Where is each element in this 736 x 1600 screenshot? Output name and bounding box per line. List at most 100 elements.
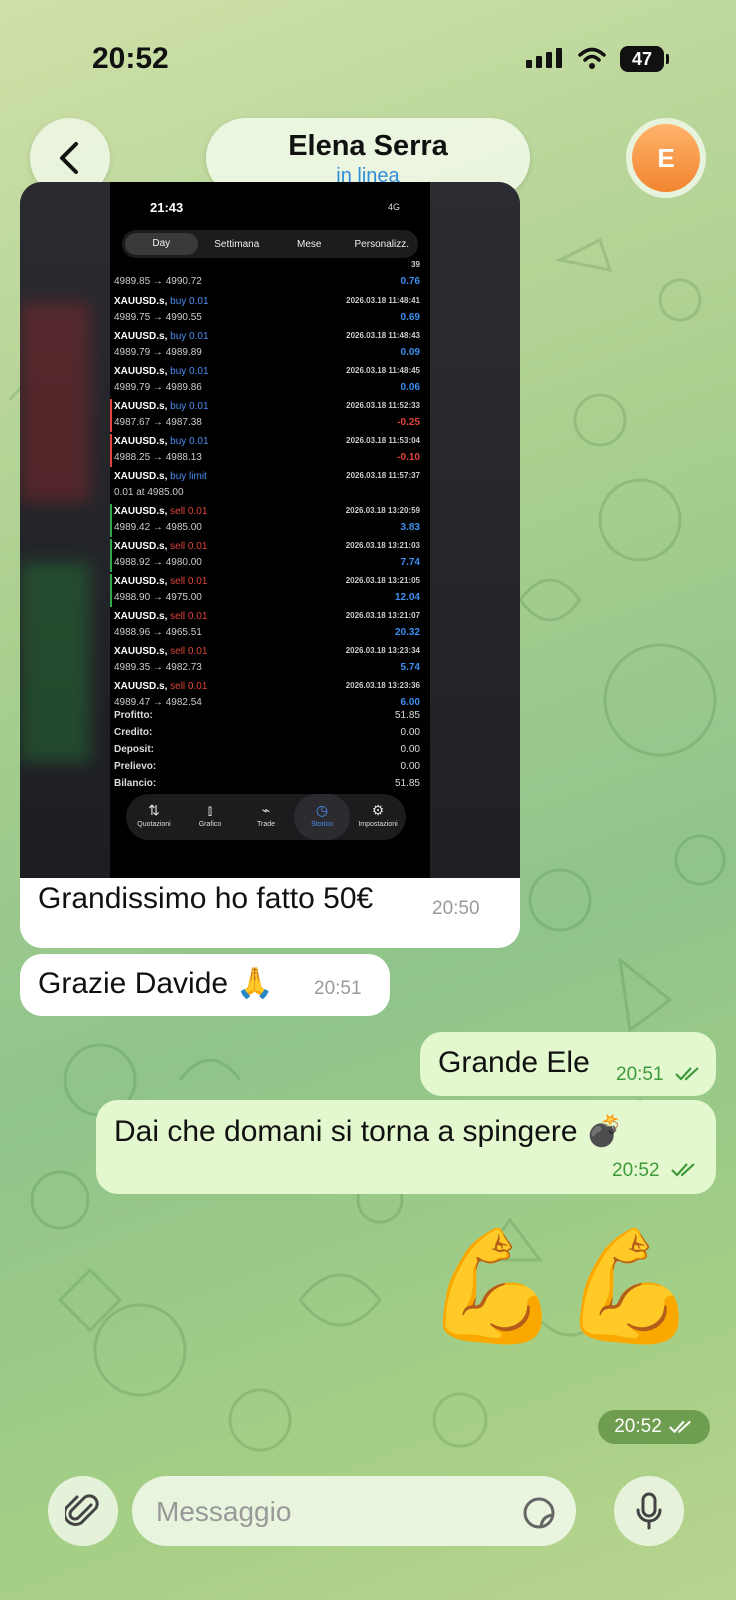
trade-profit: 3.83 — [400, 522, 420, 533]
trade-marker — [110, 574, 112, 607]
summary-row: Profitto: 51.85 — [114, 710, 420, 721]
trade-side: buy 0.01 — [170, 296, 209, 307]
trade-datetime: 2026.03.18 13:21:05 — [345, 576, 420, 585]
trade-prices: 4989.47 → 4982.54 — [114, 697, 202, 708]
summary-row: Bilancio: 51.85 — [114, 778, 420, 789]
app-bottom-tabs: ⇅ Quotazioni ⫾ Grafico ⌁ Trade ◷ Storico ⚙ Im… — [126, 794, 406, 840]
trade-symbol: XAUUSD.s, — [114, 296, 168, 307]
trade-title: XAUUSD.s, buy 0.01 — [114, 331, 209, 342]
tab-custom: Personalizz. — [354, 238, 409, 250]
app-network: 4G — [387, 202, 400, 212]
trade-title: XAUUSD.s, buy 0.01 — [114, 296, 209, 307]
summary-label: Bilancio: — [114, 778, 157, 789]
summary-label: Deposit: — [114, 744, 154, 755]
trade-symbol: XAUUSD.s, — [114, 541, 168, 552]
trade-profit: 6.00 — [400, 697, 420, 708]
incoming-message[interactable]: Grazie Davide 🙏 20:51 — [20, 954, 390, 1016]
blurred-background — [430, 182, 520, 878]
trade-datetime: 2026.03.18 13:23:36 — [345, 681, 420, 690]
double-check-icon — [671, 1163, 695, 1177]
attach-button[interactable] — [48, 1476, 118, 1546]
trade-side: buy 0.01 — [170, 401, 209, 412]
wifi-icon — [578, 47, 606, 69]
message-text: Grazie Davide 🙏 — [38, 967, 274, 1000]
trade-symbol: XAUUSD.s, — [114, 646, 168, 657]
trade-symbol: XAUUSD.s, — [114, 611, 168, 622]
trade-marker — [110, 539, 112, 572]
trade-title: XAUUSD.s, sell 0.01 — [114, 646, 207, 657]
tab-week: Settimana — [214, 238, 260, 250]
trade-datetime: 2026.03.18 13:23:34 — [345, 646, 420, 655]
blurred-background — [20, 182, 110, 878]
trade-profit: 0.76 — [400, 276, 420, 287]
trade-symbol: XAUUSD.s, — [114, 471, 168, 482]
trade-row: XAUUSD.s, buy limit 2026.03.18 11:57:37 0.… — [110, 469, 430, 504]
trade-profit: 7.74 — [400, 557, 420, 568]
trade-profit: -0.10 — [397, 452, 420, 463]
trade-side: sell 0.01 — [170, 506, 208, 517]
status-time: 20:52 — [92, 42, 169, 75]
outgoing-message[interactable]: Dai che domani si torna a spingere 💣 20:… — [96, 1100, 716, 1194]
trade-prices: 4988.92 → 4980.00 — [114, 557, 202, 568]
summary-value: 0.00 — [400, 744, 420, 755]
trade-profit: 0.09 — [400, 347, 420, 358]
trade-prices: 4987.67 → 4987.38 — [114, 417, 202, 428]
cellular-signal-icon — [526, 48, 562, 68]
trade-profit: -0.25 — [397, 417, 420, 428]
message-input[interactable]: Messaggio — [132, 1476, 576, 1546]
contact-name: Elena Serra — [288, 130, 448, 162]
summary-label: Prelievo: — [114, 761, 157, 772]
trade-row: XAUUSD.s, sell 0.01 2026.03.18 13:21:05 49… — [110, 574, 430, 609]
message-text: Grande Ele — [438, 1046, 590, 1079]
outgoing-message[interactable]: Grande Ele 20:51 — [420, 1032, 716, 1096]
message-time: 20:52 — [614, 1416, 662, 1437]
trade-symbol: XAUUSD.s, — [114, 436, 168, 447]
summary-value: 0.00 — [400, 761, 420, 772]
summary-value: 51.85 — [394, 710, 420, 721]
avatar-button[interactable]: E — [626, 118, 706, 198]
image-message[interactable]: 21:43 4G Day Settimana Mese Personalizz.… — [20, 182, 520, 948]
trade-prices: 4989.35 → 4982.73 — [114, 662, 202, 673]
trade-marker — [110, 399, 112, 432]
trade-side: sell 0.01 — [170, 681, 208, 692]
microphone-button[interactable] — [614, 1476, 684, 1546]
emoji-message[interactable]: 💪💪 — [424, 1232, 698, 1342]
trade-row: XAUUSD.s, sell 0.01 2026.03.18 13:21:03 49… — [110, 539, 430, 574]
microphone-icon — [636, 1492, 662, 1530]
trade-row: XAUUSD.s, buy 0.01 2026.03.18 11:48:45 498… — [110, 364, 430, 399]
message-time: 20:51 — [616, 1064, 664, 1085]
trade-row: XAUUSD.s, buy 0.01 2026.03.18 11:48:41 498… — [110, 294, 430, 329]
trade-symbol: XAUUSD.s, — [114, 401, 168, 412]
double-check-icon — [668, 1420, 691, 1434]
sticker-icon[interactable] — [522, 1496, 556, 1530]
trade-profit: 12.04 — [394, 592, 420, 603]
paperclip-icon — [65, 1494, 99, 1526]
trade-row: 39 4989.85 → 4990.72 0.76 — [110, 258, 430, 293]
trade-row: XAUUSD.s, buy 0.01 2026.03.18 11:53:04 498… — [110, 434, 430, 469]
trade-datetime: 2026.03.18 11:52:33 — [346, 401, 420, 410]
tab-trade: ⌁ Trade — [256, 802, 276, 828]
trade-profit: 5.74 — [400, 662, 420, 673]
chevron-left-icon — [60, 142, 78, 174]
double-check-icon — [675, 1067, 699, 1081]
battery-icon: 47 — [620, 46, 669, 72]
period-tabs: Day Settimana Mese Personalizz. — [122, 230, 418, 258]
trade-side: sell 0.01 — [170, 646, 208, 657]
trade-datetime: 2026.03.18 13:21:07 — [345, 611, 420, 620]
tab-month: Mese — [297, 238, 322, 250]
trade-title: XAUUSD.s, sell 0.01 — [114, 506, 207, 517]
trade-title: XAUUSD.s, buy 0.01 — [114, 436, 209, 447]
summary-value: 51.85 — [394, 778, 420, 789]
trade-profit: 0.69 — [400, 312, 420, 323]
trade-symbol: XAUUSD.s, — [114, 576, 168, 587]
summary-row: Deposit: 0.00 — [114, 744, 420, 755]
trade-symbol: XAUUSD.s, — [114, 506, 168, 517]
trade-row: XAUUSD.s, sell 0.01 2026.03.18 13:23:36 49… — [110, 679, 430, 714]
trade-symbol: XAUUSD.s, — [114, 366, 168, 377]
message-time-badge: 20:52 — [598, 1410, 710, 1444]
trading-screenshot[interactable]: 21:43 4G Day Settimana Mese Personalizz.… — [20, 182, 520, 878]
trade-datetime: 2026.03.18 11:57:37 — [346, 471, 420, 480]
tab-day: Day — [125, 233, 198, 255]
status-bar: 20:52 47 — [0, 0, 736, 110]
trade-row: XAUUSD.s, sell 0.01 2026.03.18 13:20:59 49… — [110, 504, 430, 539]
